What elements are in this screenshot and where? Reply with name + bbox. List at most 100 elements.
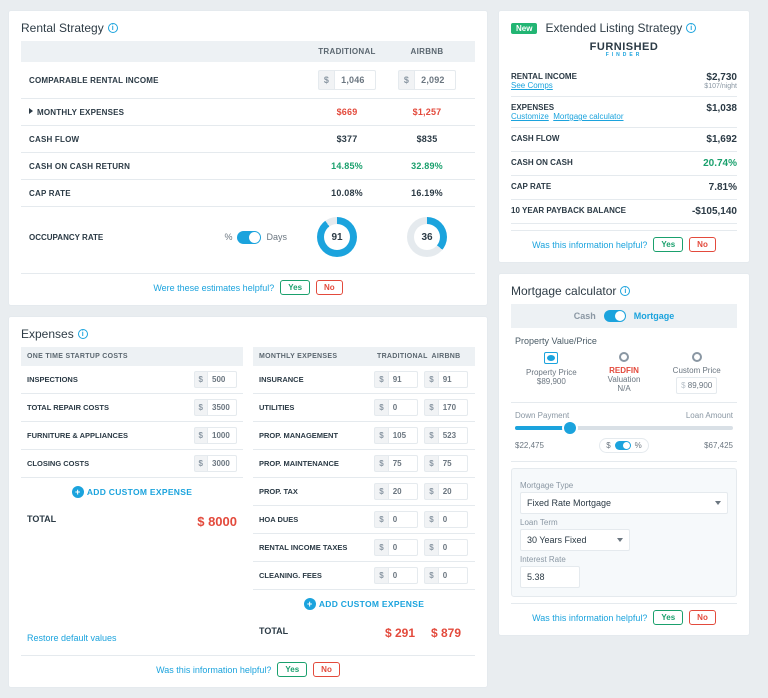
restore-default-values-link[interactable]: Restore default values bbox=[21, 627, 243, 649]
one-time-expense-row: TOTAL REPAIR COSTS $3500 bbox=[21, 394, 243, 422]
one-time-expense-row: INSPECTIONS $500 bbox=[21, 366, 243, 394]
monthly-expense-row: RENTAL INCOME TAXES $0 $0 bbox=[253, 534, 475, 562]
loan-term-label: Loan Term bbox=[520, 518, 728, 527]
chevron-down-icon bbox=[715, 501, 721, 505]
one-time-expense-input[interactable]: $3000 bbox=[194, 455, 237, 472]
trad-expense-input[interactable]: $105 bbox=[373, 427, 419, 444]
monthly-expense-row: PROP. MANAGEMENT $105 $523 bbox=[253, 422, 475, 450]
trad-expense-input[interactable]: $0 bbox=[373, 539, 419, 556]
monthly-expense-row: HOA DUES $0 $0 bbox=[253, 506, 475, 534]
ext-payback: 10 YEAR PAYBACK BALANCE-$105,140 bbox=[511, 200, 737, 224]
monthly-expense-row: PROP. MAINTENANCE $75 $75 bbox=[253, 450, 475, 478]
trad-income-input[interactable]: $1,046 bbox=[307, 70, 387, 90]
rental-strategy-title: Rental Strategy i bbox=[21, 21, 475, 35]
pvp-option[interactable]: Custom Price$ 89,900 bbox=[660, 352, 733, 394]
row-monthly-expenses[interactable]: MONTHLY EXPENSES $669 $1,257 bbox=[21, 99, 475, 126]
one-time-expense-input[interactable]: $1000 bbox=[194, 427, 237, 444]
plus-icon: + bbox=[304, 598, 316, 610]
loan-term-select[interactable]: 30 Years Fixed bbox=[520, 529, 630, 551]
toggle-icon bbox=[615, 441, 631, 450]
trad-expense-input[interactable]: $0 bbox=[373, 567, 419, 584]
exp-helpful-no-button[interactable]: No bbox=[313, 662, 340, 677]
see-comps-link[interactable]: See Comps bbox=[511, 81, 553, 90]
rs-helpful-no-button[interactable]: No bbox=[316, 280, 343, 295]
interest-rate-label: Interest Rate bbox=[520, 555, 728, 564]
monthly-expense-row: CLEANING. FEES $0 $0 bbox=[253, 562, 475, 590]
loan-amount-value: $67,425 bbox=[704, 441, 733, 450]
mc-helpful-no-button[interactable]: No bbox=[689, 610, 716, 625]
info-icon[interactable]: i bbox=[686, 23, 696, 33]
down-payment-value: $22,475 bbox=[515, 441, 544, 450]
mortgage-type-select[interactable]: Fixed Rate Mortgage bbox=[520, 492, 728, 514]
trad-expense-input[interactable]: $0 bbox=[373, 399, 419, 416]
ext-helpful-yes-button[interactable]: Yes bbox=[653, 237, 683, 252]
rs-helpful: Were these estimates helpful? Yes No bbox=[21, 273, 475, 295]
mortgage-calculator-link[interactable]: Mortgage calculator bbox=[553, 112, 623, 121]
rs-columns-header: TRADITIONAL AIRBNB bbox=[21, 41, 475, 62]
radio-icon bbox=[619, 352, 629, 362]
mortgage-type-label: Mortgage Type bbox=[520, 481, 728, 490]
air-expense-input[interactable]: $0 bbox=[423, 511, 469, 528]
info-icon[interactable]: i bbox=[78, 329, 88, 339]
row-comparable-income: COMPARABLE RENTAL INCOME $1,046 $2,092 bbox=[21, 62, 475, 99]
air-expense-input[interactable]: $0 bbox=[423, 539, 469, 556]
one-time-expense-input[interactable]: $500 bbox=[194, 371, 237, 388]
interest-rate-input[interactable]: 5.38 bbox=[520, 566, 580, 588]
air-occupancy-donut: 36 bbox=[407, 217, 447, 257]
toggle-icon bbox=[237, 231, 261, 244]
extended-listing-card: New Extended Listing Strategy i FURNISHE… bbox=[498, 10, 750, 263]
extended-title: New Extended Listing Strategy i bbox=[511, 21, 737, 35]
add-custom-expense-monthly[interactable]: +ADD CUSTOM EXPENSE bbox=[253, 590, 475, 618]
monthly-expense-row: INSURANCE $91 $91 bbox=[253, 366, 475, 394]
expenses-title: Expenses i bbox=[21, 327, 475, 341]
trad-expense-input[interactable]: $75 bbox=[373, 455, 419, 472]
trad-expense-input[interactable]: $91 bbox=[373, 371, 419, 388]
occupancy-toggle[interactable]: % Days bbox=[224, 231, 287, 244]
radio-icon bbox=[692, 352, 702, 362]
row-occupancy: OCCUPANCY RATE % Days 91 36 bbox=[21, 207, 475, 267]
expenses-card: Expenses i ONE TIME STARTUP COSTS INSPEC… bbox=[8, 316, 488, 688]
monthly-column: MONTHLY EXPENSESTRADITIONALAIRBNB INSURA… bbox=[253, 347, 475, 649]
ext-cash-on-cash: CASH ON CASH20.74% bbox=[511, 152, 737, 176]
ext-expenses: EXPENSES Customize Mortgage calculator $… bbox=[511, 97, 737, 128]
down-payment-slider[interactable] bbox=[515, 426, 733, 430]
customize-link[interactable]: Customize bbox=[511, 112, 549, 121]
caret-right-icon bbox=[29, 108, 33, 114]
info-icon[interactable]: i bbox=[108, 23, 118, 33]
ext-rental-income: RENTAL INCOME See Comps $2,730$107/night bbox=[511, 66, 737, 97]
trad-occupancy-donut: 91 bbox=[317, 217, 357, 257]
air-expense-input[interactable]: $75 bbox=[423, 455, 469, 472]
chevron-down-icon bbox=[617, 538, 623, 542]
mortgage-calculator-card: Mortgage calculator i Cash Mortgage Prop… bbox=[498, 273, 750, 636]
ext-cap-rate: CAP RATE7.81% bbox=[511, 176, 737, 200]
custom-price-input[interactable]: $ 89,900 bbox=[676, 377, 717, 394]
trad-expense-input[interactable]: $20 bbox=[373, 483, 419, 500]
air-expense-input[interactable]: $523 bbox=[423, 427, 469, 444]
ext-helpful-no-button[interactable]: No bbox=[689, 237, 716, 252]
mc-helpful-yes-button[interactable]: Yes bbox=[653, 610, 683, 625]
dollar-percent-toggle[interactable]: $% bbox=[599, 438, 649, 453]
air-expense-input[interactable]: $20 bbox=[423, 483, 469, 500]
rs-helpful-yes-button[interactable]: Yes bbox=[280, 280, 310, 295]
air-expense-input[interactable]: $170 bbox=[423, 399, 469, 416]
mc-helpful: Was this information helpful? Yes No bbox=[511, 603, 737, 625]
exp-helpful-yes-button[interactable]: Yes bbox=[277, 662, 307, 677]
property-value-section: Property Value/Price Property Price$89,9… bbox=[511, 328, 737, 403]
exp-helpful: Was this information helpful? Yes No bbox=[21, 655, 475, 677]
air-expense-input[interactable]: $91 bbox=[423, 371, 469, 388]
one-time-expense-row: FURNITURE & APPLIANCES $1000 bbox=[21, 422, 243, 450]
mortgage-title: Mortgage calculator i bbox=[511, 284, 737, 298]
add-custom-expense-one-time[interactable]: +ADD CUSTOM EXPENSE bbox=[21, 478, 243, 506]
trad-expense-input[interactable]: $0 bbox=[373, 511, 419, 528]
pvp-option[interactable]: Property Price$89,900 bbox=[515, 352, 588, 394]
air-income-input[interactable]: $2,092 bbox=[387, 70, 467, 90]
row-cash-on-cash: CASH ON CASH RETURN 14.85% 32.89% bbox=[21, 153, 475, 180]
down-payment-section: Down PaymentLoan Amount $22,475 $% $67,4… bbox=[511, 403, 737, 462]
ext-helpful: Was this information helpful? Yes No bbox=[511, 230, 737, 252]
cash-mortgage-toggle[interactable]: Cash Mortgage bbox=[511, 304, 737, 328]
one-time-expense-input[interactable]: $3500 bbox=[194, 399, 237, 416]
pvp-option[interactable]: REDFINValuationN/A bbox=[588, 352, 661, 394]
air-expense-input[interactable]: $0 bbox=[423, 567, 469, 584]
one-time-column: ONE TIME STARTUP COSTS INSPECTIONS $500 … bbox=[21, 347, 243, 649]
info-icon[interactable]: i bbox=[620, 286, 630, 296]
